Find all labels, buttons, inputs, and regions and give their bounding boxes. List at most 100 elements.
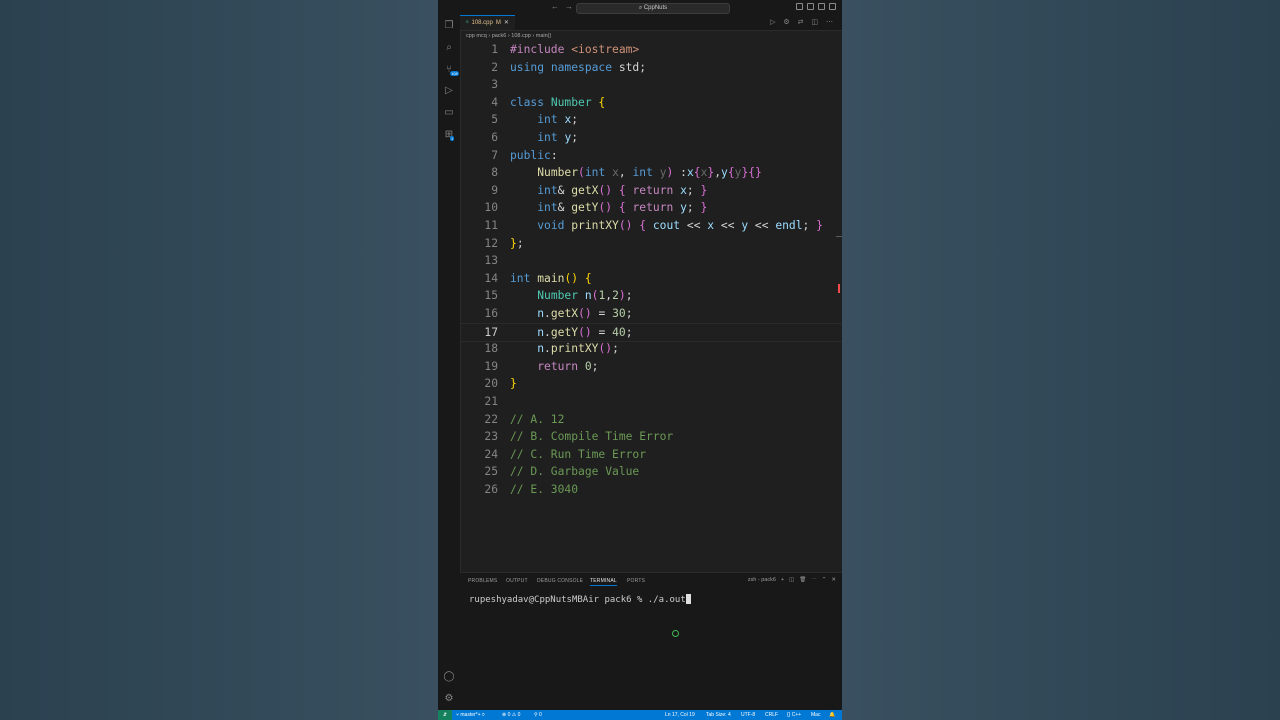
tab-debug-console[interactable]: DEBUG CONSOLE: [537, 578, 583, 584]
code-line[interactable]: 11 void printXY() { cout << x << y << en…: [460, 217, 842, 235]
breadcrumb-file[interactable]: 108.cpp: [511, 33, 531, 39]
code-token: n: [537, 342, 545, 356]
code-text: // E. 3040: [510, 481, 578, 499]
code-line[interactable]: 25 // D. Garbage Value: [460, 463, 842, 481]
remote-indicator-icon[interactable]: ⇵: [438, 710, 452, 720]
code-line[interactable]: 20}: [460, 375, 842, 393]
tab-output[interactable]: OUTPUT: [506, 578, 528, 584]
toggle-panel-icon[interactable]: [807, 3, 814, 10]
code-line[interactable]: 12};: [460, 235, 842, 253]
line-number: 24: [484, 447, 498, 461]
code-token: printXY: [571, 219, 619, 232]
explorer-icon[interactable]: ❐: [443, 20, 455, 32]
code-token: // D. Garbage Value: [510, 465, 640, 479]
line-number: 22: [484, 412, 498, 426]
cursor-position[interactable]: Ln 17, Col 19: [665, 710, 695, 720]
code-text: int x;: [510, 111, 578, 129]
code-line[interactable]: 1 #include <iostream>: [460, 41, 842, 59]
code-token: std;: [618, 60, 647, 74]
kill-terminal-icon[interactable]: 🗑: [799, 577, 806, 583]
line-number: 19: [484, 359, 498, 373]
maximize-panel-icon[interactable]: ⌃: [822, 577, 827, 583]
remote-explorer-icon[interactable]: ▭: [443, 107, 455, 119]
branch-indicator[interactable]: ⑂ master*+ ⟳: [456, 710, 485, 720]
tab-problems[interactable]: PROBLEMS: [468, 578, 497, 584]
code-line[interactable]: 23 // B. Compile Time Error: [460, 428, 842, 446]
encoding[interactable]: UTF-8: [741, 710, 755, 720]
code-line[interactable]: 3: [460, 76, 842, 94]
line-number: 17: [484, 325, 498, 339]
nav-arrows[interactable]: ←→: [551, 2, 579, 11]
line-number: 23: [484, 430, 498, 444]
code-token: x: [707, 219, 721, 232]
code-line[interactable]: 14 int main() {: [460, 270, 842, 288]
code-token: 2: [612, 289, 619, 303]
code-line[interactable]: 26 // E. 3040: [460, 481, 842, 499]
code-line[interactable]: 21: [460, 393, 842, 411]
code-line[interactable]: 10 int& getY() { return y; }: [460, 199, 842, 217]
tab-size[interactable]: Tab Size: 4: [706, 710, 731, 720]
tab-ports[interactable]: PORTS: [627, 578, 645, 584]
tab-108-cpp[interactable]: ᴳ 108.cpp M ✕: [460, 15, 515, 30]
branch-name: master*+: [460, 712, 481, 718]
tab-terminal[interactable]: TERMINAL: [590, 578, 617, 586]
code-line[interactable]: 18 n.printXY();: [460, 340, 842, 358]
end-of-line[interactable]: CRLF: [765, 710, 778, 720]
code-line[interactable]: 22 // A. 12: [460, 411, 842, 429]
code-text: int main() {: [510, 270, 592, 288]
code-line[interactable]: 13: [460, 252, 842, 270]
language-mode[interactable]: {} C++: [787, 710, 801, 720]
code-line[interactable]: 6 int y;: [460, 129, 842, 147]
code-line[interactable]: 19 return 0;: [460, 358, 842, 376]
code-line[interactable]: 2 using namespace std;: [460, 59, 842, 77]
run-debug-icon[interactable]: ▷: [443, 85, 455, 97]
command-center-search[interactable]: ⌕ CppNuts: [576, 3, 730, 14]
close-tab-icon[interactable]: ✕: [504, 16, 509, 30]
close-panel-icon[interactable]: ✕: [831, 577, 836, 583]
terminal-shell-selector[interactable]: zsh - pack6: [748, 577, 776, 583]
code-line[interactable]: 9 int& getX() { return x; }: [460, 182, 842, 200]
source-control-icon[interactable]: ⑂ 108: [443, 64, 459, 76]
code-token: int: [632, 166, 660, 180]
code-editor[interactable]: 1 #include <iostream> 2 using namespace std…: [460, 41, 842, 571]
toggle-primary-sidebar-icon[interactable]: [796, 3, 803, 10]
code-text: class Number {: [510, 94, 605, 112]
line-number: 4: [491, 95, 498, 109]
customize-layout-icon[interactable]: [829, 3, 836, 10]
extensions-icon[interactable]: ⊞ 1: [443, 129, 455, 141]
line-number: 16: [484, 307, 498, 320]
account-icon[interactable]: ◯: [443, 671, 455, 683]
breadcrumb-folder-pack6[interactable]: pack6: [492, 33, 507, 39]
code-token: int: [537, 113, 565, 127]
code-line[interactable]: 16 n.getX() = 30;: [460, 305, 842, 323]
ports-indicator[interactable]: ⚲ 0: [534, 710, 542, 720]
code-text: // D. Garbage Value: [510, 463, 639, 481]
code-line[interactable]: 15 Number n(1,2);: [460, 287, 842, 305]
more-actions-icon[interactable]: ⋯: [811, 577, 817, 583]
editor-actions[interactable]: ▷ ⚙ ⇄ ◫ ⋯: [770, 18, 836, 26]
breadcrumb-folder-cpp-mcq[interactable]: cpp mcq: [466, 33, 487, 39]
code-line[interactable]: 8 Number(int x, int y) :x{x},y{y}{}: [460, 164, 842, 182]
line-number: 6: [491, 131, 498, 144]
search-icon[interactable]: ⌕: [443, 42, 455, 54]
new-terminal-icon[interactable]: +: [781, 577, 784, 583]
breadcrumb-symbol[interactable]: main(): [536, 33, 552, 39]
manage-gear-icon[interactable]: ⚙: [443, 693, 455, 705]
split-terminal-icon[interactable]: ◫: [789, 577, 794, 583]
notifications-bell-icon[interactable]: 🔔: [829, 710, 835, 720]
code-text: int& getY() { return y; }: [510, 199, 707, 217]
terminal-output[interactable]: rupeshyadav@CppNutsMBAir pack6 % ./a.out: [469, 594, 691, 605]
code-line[interactable]: 5 int x;: [460, 111, 842, 129]
code-line[interactable]: 24 // C. Run Time Error: [460, 446, 842, 464]
code-line[interactable]: 4 class Number {: [460, 94, 842, 112]
problems-indicator[interactable]: ⊗ 0 ⚠ 0: [502, 710, 520, 720]
cpp-file-icon: ᴳ: [466, 20, 469, 26]
line-number: 2: [491, 60, 498, 74]
platform-label[interactable]: Mac: [811, 710, 820, 720]
code-line[interactable]: 7 public:: [460, 147, 842, 165]
code-token: int: [584, 166, 613, 180]
toggle-secondary-sidebar-icon[interactable]: [818, 3, 825, 10]
